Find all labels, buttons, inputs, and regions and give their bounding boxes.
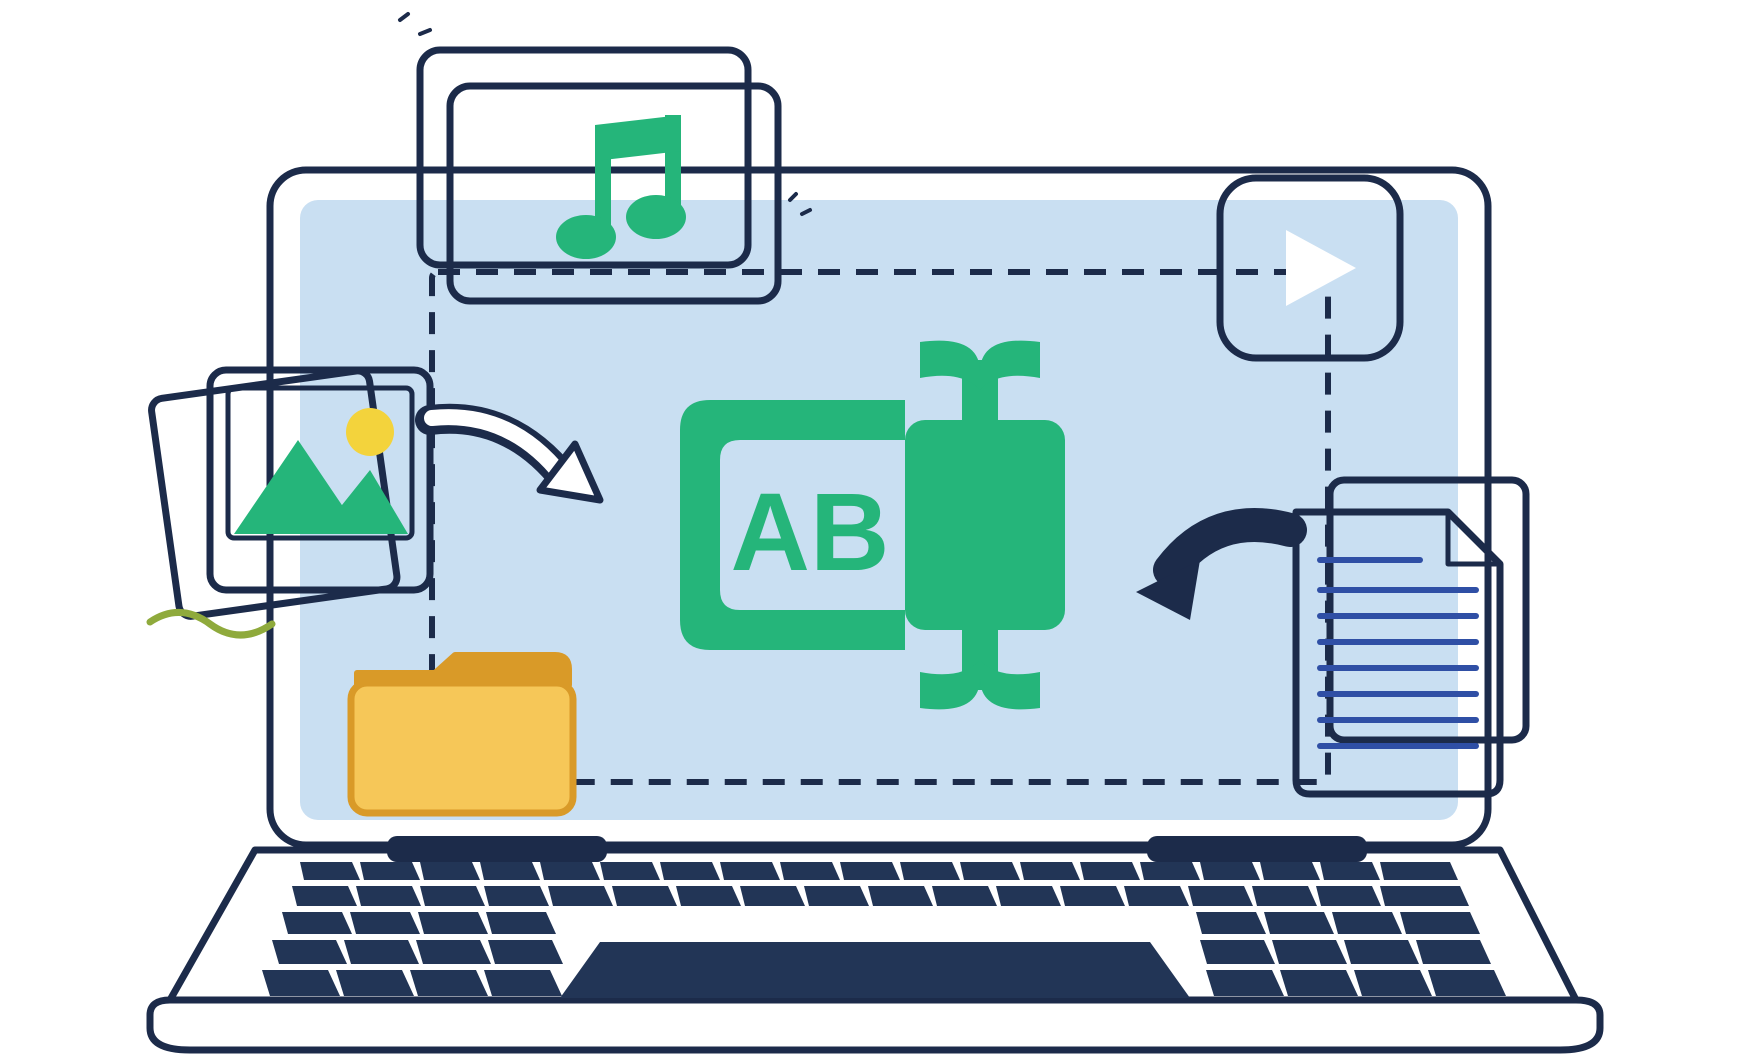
music-card: [420, 50, 778, 301]
folder-card: [351, 655, 573, 813]
keyboard: [262, 862, 1506, 998]
illustration-stage: .ol { stroke:#1C2B4A; stroke-width:7; fi…: [0, 0, 1760, 1063]
illustration-svg: .ol { stroke:#1C2B4A; stroke-width:7; fi…: [0, 0, 1760, 1063]
rename-label: AB: [731, 471, 890, 594]
